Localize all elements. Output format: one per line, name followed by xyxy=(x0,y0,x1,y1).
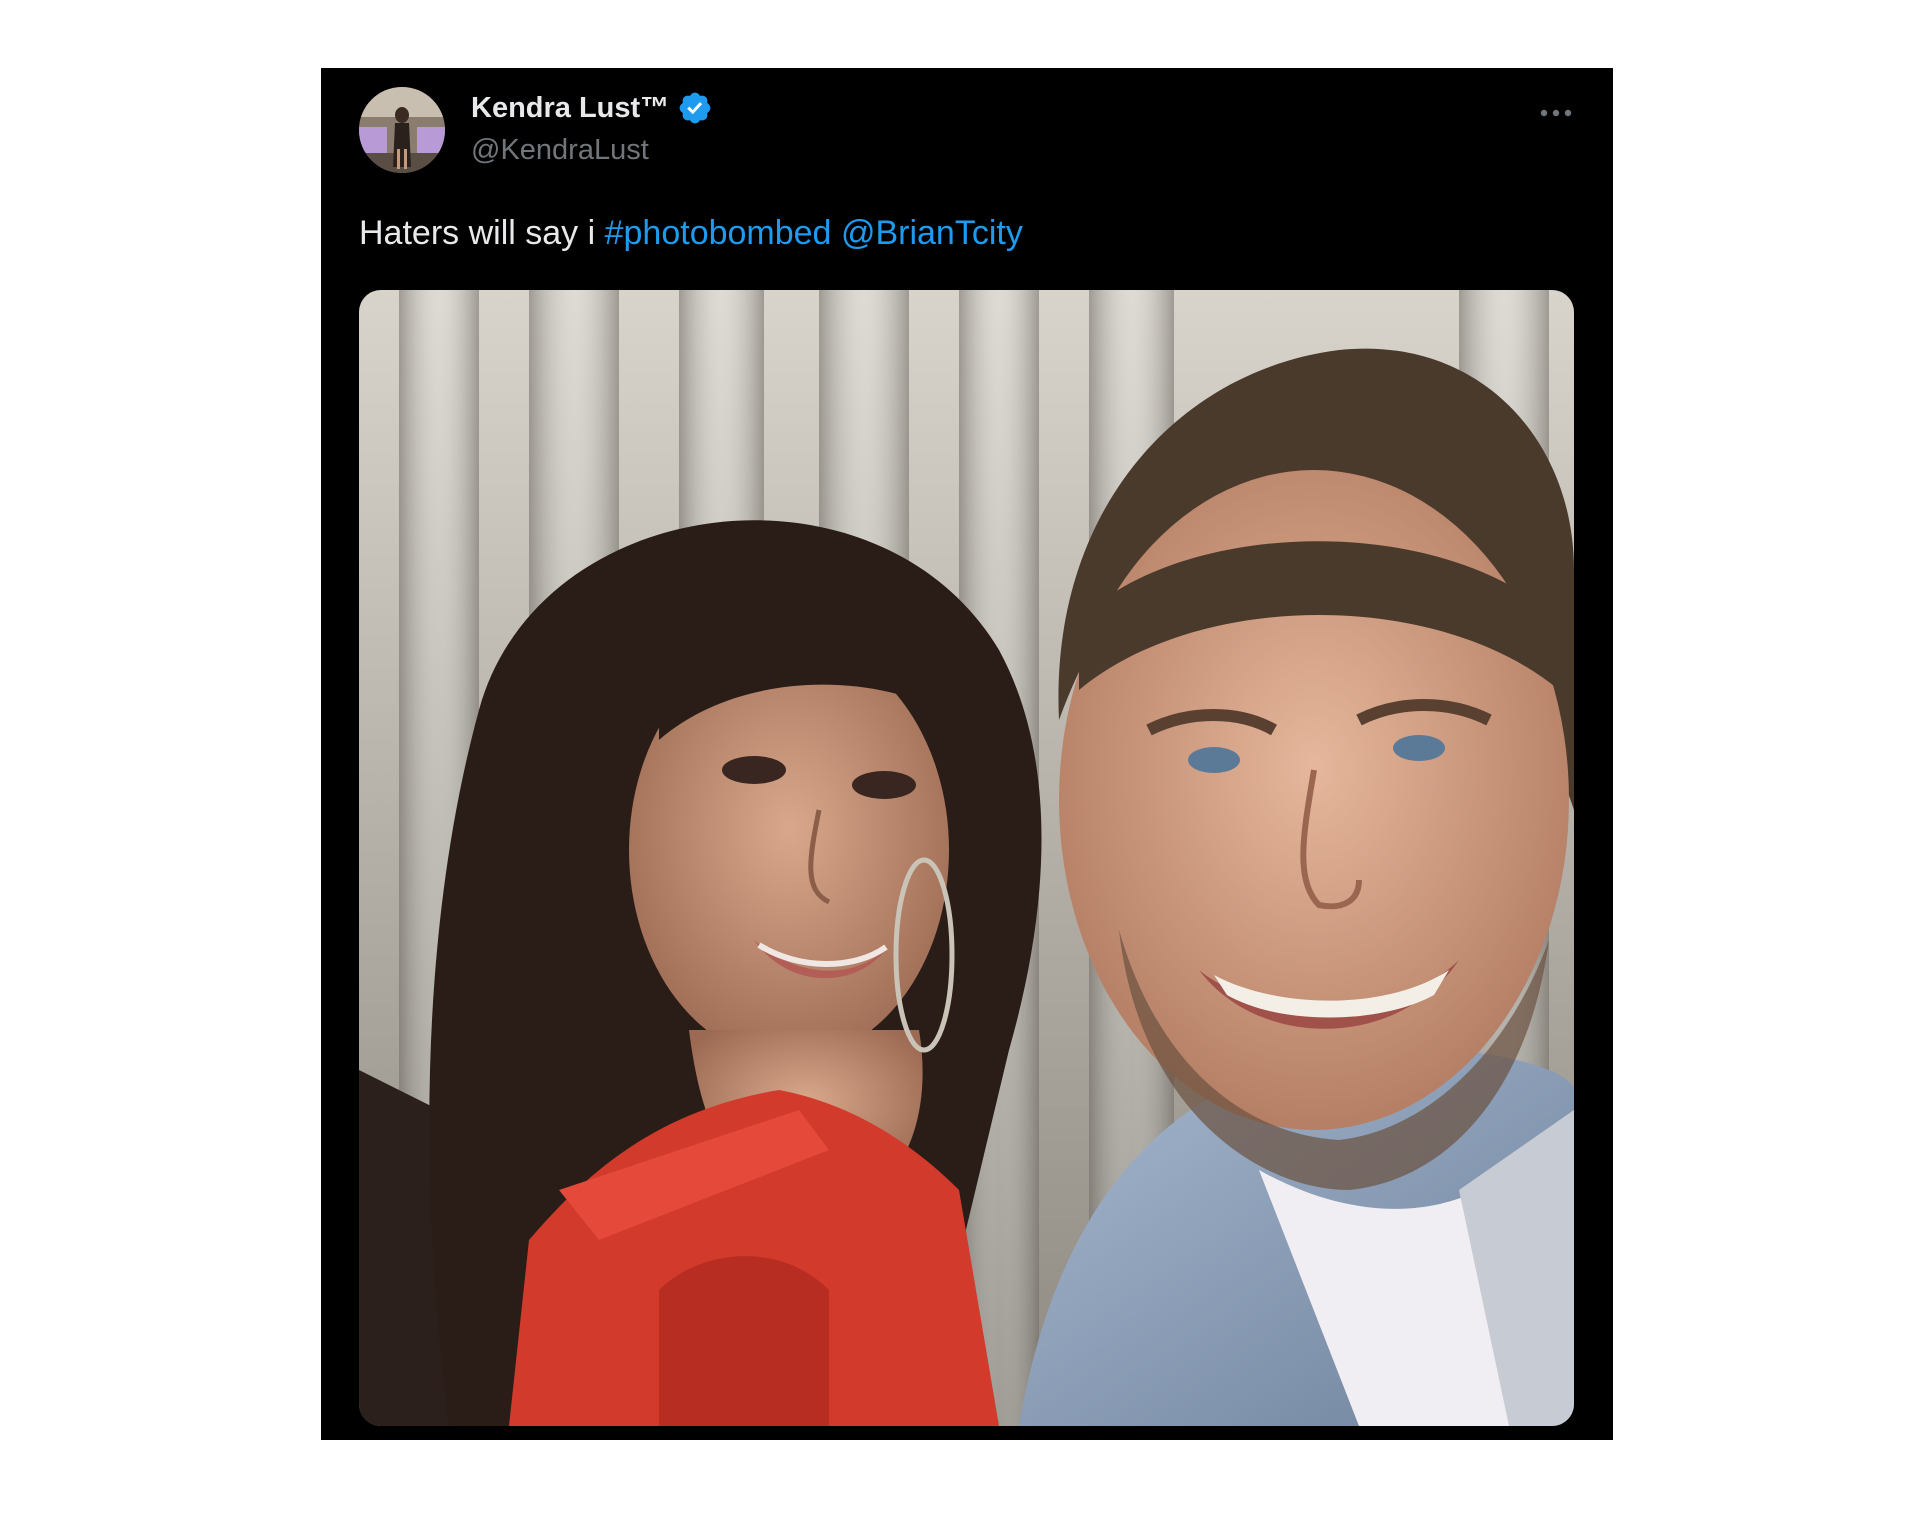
author-display-name[interactable]: Kendra Lust™ xyxy=(471,92,669,125)
tweet-text: Haters will say i #photobombed @BrianTci… xyxy=(359,214,1023,253)
photo-image xyxy=(359,290,1574,1426)
author-name-row[interactable]: Kendra Lust™ xyxy=(471,88,713,128)
hashtag-link[interactable]: #photobombed xyxy=(605,214,832,252)
author-handle[interactable]: @KendraLust xyxy=(471,134,649,167)
tweet-card[interactable]: Kendra Lust™ @KendraLust Haters will say… xyxy=(321,68,1613,1440)
avatar-image xyxy=(359,87,445,173)
more-horizontal-icon xyxy=(1540,109,1572,117)
more-options-button[interactable] xyxy=(1536,98,1576,128)
mention-link[interactable]: @BrianTcity xyxy=(841,214,1023,252)
author-avatar[interactable] xyxy=(359,87,445,173)
tweet-photo[interactable] xyxy=(359,290,1574,1426)
tweet-text-prefix: Haters will say i xyxy=(359,214,605,252)
verified-badge-icon xyxy=(677,90,713,126)
